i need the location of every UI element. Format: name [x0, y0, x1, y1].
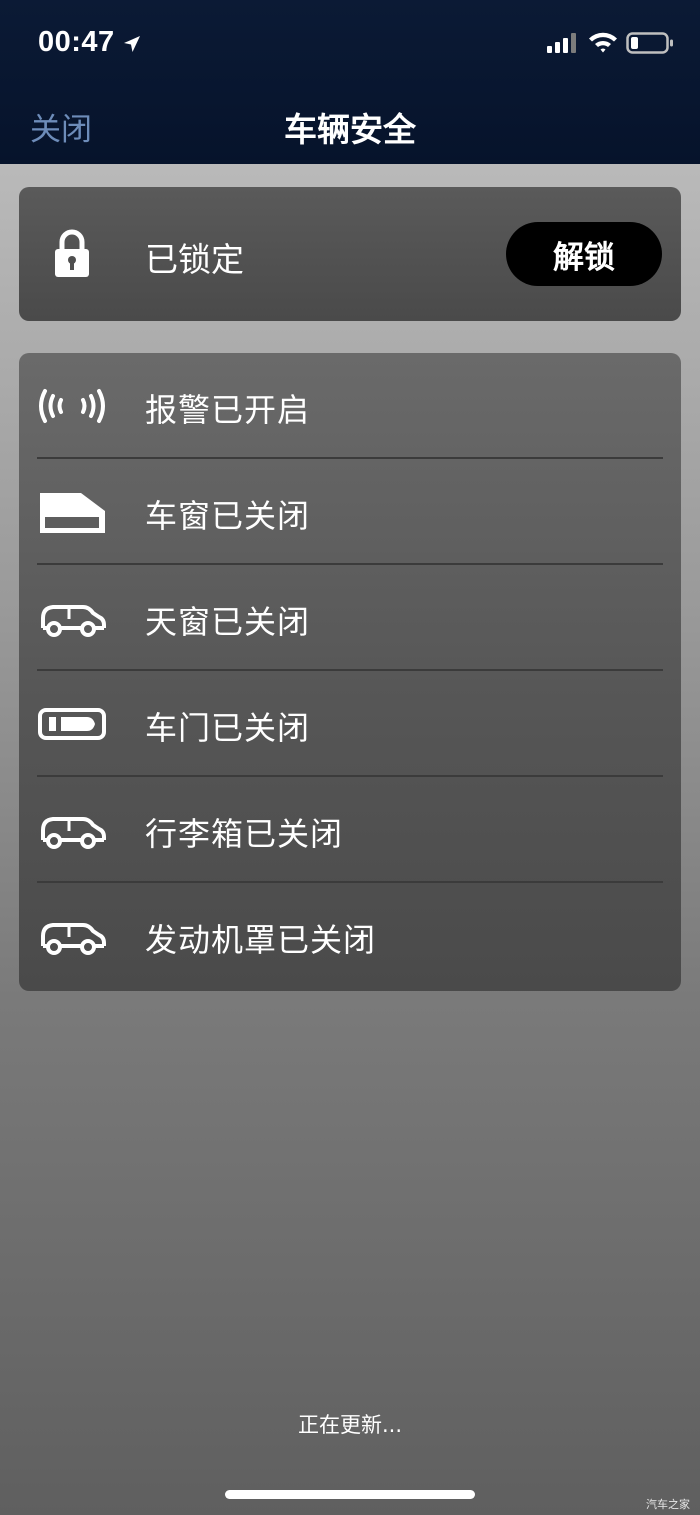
status-row-sunroof: 天窗已关闭 — [19, 565, 681, 671]
status-row-windows: 车窗已关闭 — [19, 459, 681, 565]
top-bar: 00:47 关闭 车辆安全 — [0, 0, 700, 164]
location-arrow-icon — [124, 36, 140, 52]
cellular-signal-icon — [547, 33, 576, 53]
car-hood-icon — [41, 923, 106, 955]
status-row-doors: 车门已关闭 — [19, 671, 681, 777]
home-indicator[interactable] — [225, 1490, 475, 1499]
alarm-waves-icon — [39, 389, 105, 423]
lock-status-label: 已锁定 — [145, 240, 244, 279]
updating-text: 正在更新... — [297, 1413, 403, 1437]
vehicle-status-list: 报警已开启 车窗已关闭 天窗已关闭 车门已关闭 行李箱已关闭 发动机罩已关闭 — [19, 353, 681, 991]
car-sunroof-icon — [41, 605, 106, 637]
padlock-icon — [55, 229, 89, 277]
status-row-hood: 发动机罩已关闭 — [19, 883, 681, 989]
status-label-trunk: 行李箱已关闭 — [145, 815, 344, 853]
status-row-trunk: 行李箱已关闭 — [19, 777, 681, 883]
status-label-alarm: 报警已开启 — [145, 391, 311, 429]
status-row-alarm: 报警已开启 — [19, 353, 681, 459]
watermark: 汽车之家 — [646, 1498, 690, 1511]
status-label-sunroof: 天窗已关闭 — [145, 603, 311, 641]
status-label-doors: 车门已关闭 — [145, 709, 311, 747]
page-title: 车辆安全 — [284, 110, 416, 149]
wifi-icon — [589, 32, 617, 53]
status-label-hood: 发动机罩已关闭 — [145, 921, 377, 959]
car-trunk-icon — [41, 817, 106, 849]
unlock-button[interactable]: 解锁 — [506, 222, 662, 286]
battery-low-icon — [626, 32, 673, 54]
status-time: 00:47 — [38, 26, 115, 58]
lock-status-card: 已锁定 解锁 — [19, 187, 681, 321]
status-label-windows: 车窗已关闭 — [145, 497, 311, 535]
car-door-icon — [38, 708, 106, 740]
car-window-icon — [40, 493, 105, 533]
